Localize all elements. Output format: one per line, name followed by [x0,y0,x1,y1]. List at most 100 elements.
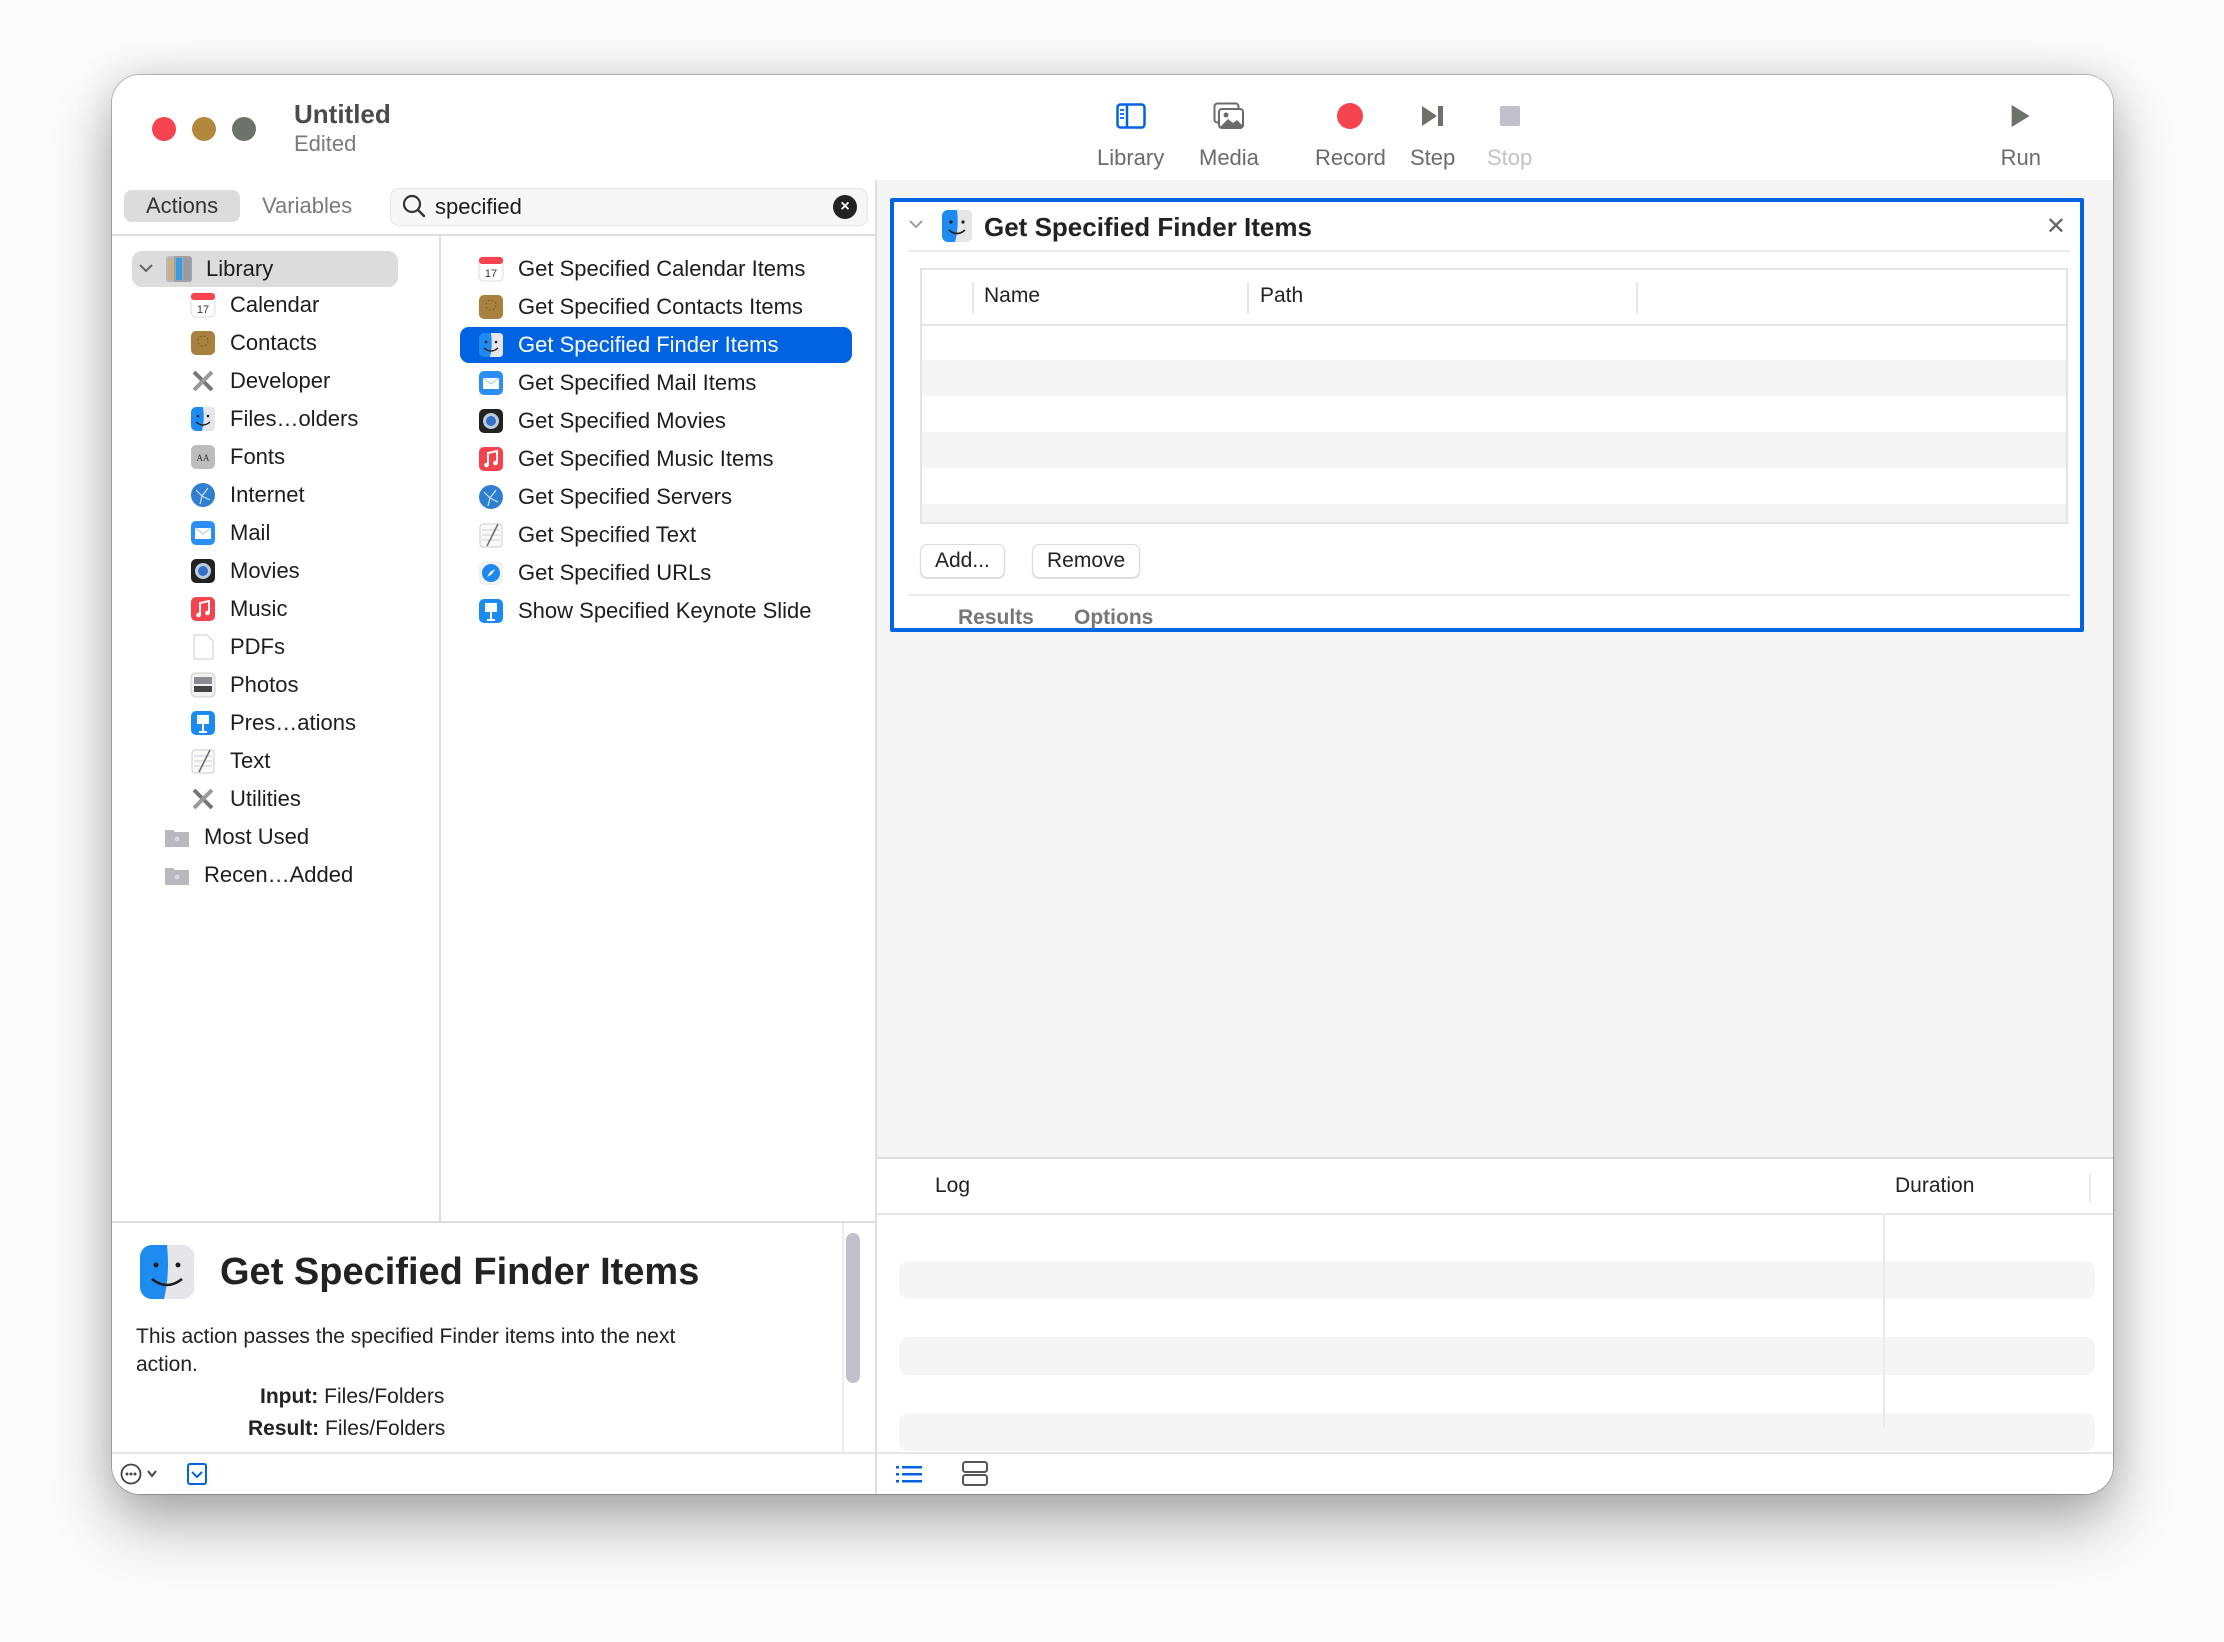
collapse-chevron-icon[interactable] [908,216,924,234]
split-view-icon[interactable] [961,1460,989,1493]
library-category-item[interactable]: Utilities [190,781,301,817]
tab-options[interactable]: Options [1074,606,1153,630]
search-input[interactable] [435,194,815,220]
tab-results[interactable]: Results [958,606,1034,630]
minimize-window-button[interactable] [192,117,216,141]
table-row [922,504,2066,522]
column-separator[interactable] [1636,282,1638,314]
calendar-icon: 17 [478,256,504,282]
column-separator[interactable] [1247,282,1249,314]
library-category-item[interactable]: 17 Calendar [190,287,319,323]
quicktime-icon [190,558,216,584]
action-label: Get Specified Movies [518,408,726,433]
clear-search-icon[interactable]: × [833,195,857,219]
document-title[interactable]: Untitled [294,99,391,130]
fonts-icon: AA [190,444,216,470]
library-category-item[interactable]: PDFs [190,629,285,665]
toolbar-stop-button[interactable]: Stop [1487,97,1532,171]
finder-items-table[interactable]: Name Path [920,268,2068,524]
action-list-item[interactable]: 17 Get Specified Calendar Items [460,251,852,287]
smart-folder-item[interactable]: Recen…Added [164,857,353,893]
column-separator[interactable] [2089,1173,2091,1203]
action-list-item[interactable]: Get Specified Contacts Items [460,289,852,325]
photos-icon [190,672,216,698]
action-list-item[interactable]: Get Specified URLs [460,555,852,591]
library-category-item[interactable]: Photos [190,667,299,703]
log-row [899,1413,2095,1451]
table-row [922,360,2066,396]
search-field[interactable]: × [390,188,868,226]
toggle-description-icon[interactable] [186,1462,208,1491]
library-root-item[interactable]: Library [132,251,398,287]
library-category-item[interactable]: Files…olders [190,401,358,437]
action-menu-icon[interactable] [120,1462,164,1491]
list-view-icon[interactable] [895,1462,923,1491]
action-card-header: Get Specified Finder Items ✕ [894,202,2080,252]
action-label: Get Specified URLs [518,560,712,585]
title-bar: Untitled Edited Library Media Record Ste… [112,75,2113,182]
action-list-item[interactable]: Get Specified Finder Items [460,327,852,363]
description-scrollbar[interactable] [846,1233,860,1383]
category-label: Text [230,748,271,773]
svg-text:AA: AA [197,453,210,463]
toolbar-media-button[interactable]: Media [1199,97,1259,171]
result-value: Files/Folders [325,1417,446,1440]
library-category-item[interactable]: Mail [190,515,270,551]
category-label: Developer [230,368,331,393]
tab-actions[interactable]: Actions [124,190,241,222]
workflow-area[interactable]: Get Specified Finder Items ✕ Name Path A… [877,180,2113,1157]
smart-folder-icon [164,824,190,850]
globe-icon [478,484,504,510]
library-category-item[interactable]: Contacts [190,325,317,361]
toolbar-record-button[interactable]: Record [1315,97,1386,171]
toolbar-library-button[interactable]: Library [1097,97,1164,171]
library-category-item[interactable]: Internet [190,477,305,513]
log-row [899,1261,2095,1299]
tab-variables[interactable]: Variables [240,190,374,222]
action-list-item[interactable]: Get Specified Text [460,517,852,553]
close-window-button[interactable] [152,117,176,141]
chevron-down-icon[interactable] [138,260,160,278]
action-list-item[interactable]: Get Specified Mail Items [460,365,852,401]
column-header-duration[interactable]: Duration [1895,1174,1974,1198]
action-list-item[interactable]: Get Specified Servers [460,479,852,515]
contacts-icon [190,330,216,356]
zoom-window-button[interactable] [232,117,256,141]
library-category-item[interactable]: Movies [190,553,300,589]
description-title: Get Specified Finder Items [220,1251,700,1293]
column-separator[interactable] [972,282,974,314]
record-icon [1315,97,1386,135]
library-category-item[interactable]: Music [190,591,287,627]
category-label: Contacts [230,330,317,355]
action-list-item[interactable]: Get Specified Movies [460,403,852,439]
table-row [922,324,2066,360]
category-label: PDFs [230,634,285,659]
automator-window: Untitled Edited Library Media Record Ste… [112,75,2113,1494]
library-category-item[interactable]: AA Fonts [190,439,285,475]
finder-icon [140,1245,194,1299]
column-header-path[interactable]: Path [1260,284,1303,308]
column-header-log[interactable]: Log [935,1174,970,1198]
library-category-item[interactable]: Text [190,743,270,779]
add-button[interactable]: Add... [920,544,1005,578]
category-label: Music [230,596,288,621]
smart-folder-item[interactable]: Most Used [164,819,309,855]
library-category-item[interactable]: Developer [190,363,330,399]
library-category-item[interactable]: Pres…ations [190,705,356,741]
action-card[interactable]: Get Specified Finder Items ✕ Name Path A… [890,198,2084,632]
toolbar-run-label: Run [2000,145,2041,170]
action-list-item[interactable]: Get Specified Music Items [460,441,852,477]
action-card-title: Get Specified Finder Items [984,212,1312,242]
column-header-name[interactable]: Name [984,284,1040,308]
finder-icon [942,210,972,242]
close-icon[interactable]: ✕ [2046,212,2066,241]
document-status: Edited [294,131,357,156]
actions-list: 17 Get Specified Calendar Items Get Specif… [441,236,875,1221]
scroll-track [842,1223,844,1454]
divider [908,594,2070,596]
log-row [899,1337,2095,1375]
action-list-item[interactable]: Show Specified Keynote Slide [460,593,852,629]
toolbar-run-button[interactable]: Run [2001,97,2041,171]
toolbar-step-button[interactable]: Step [1410,97,1455,171]
remove-button[interactable]: Remove [1032,544,1141,578]
